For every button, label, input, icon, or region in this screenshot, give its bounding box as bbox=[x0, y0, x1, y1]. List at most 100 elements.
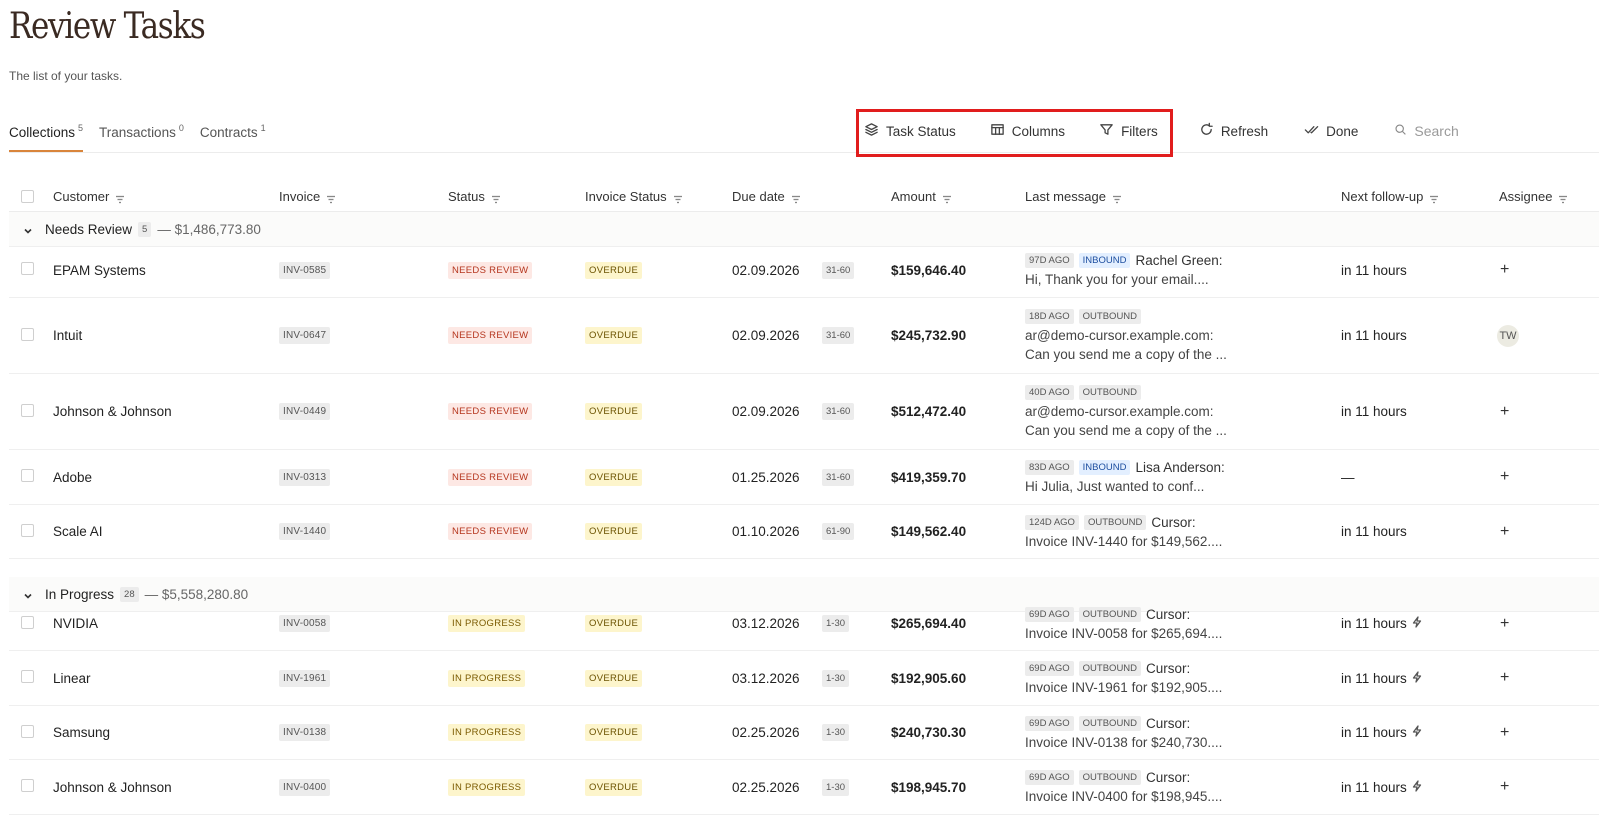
row-checkbox[interactable] bbox=[21, 670, 34, 683]
message-preview[interactable]: Hi Julia, Just wanted to conf... bbox=[1025, 479, 1204, 494]
next-followup-cell: in 11 hours bbox=[1341, 760, 1423, 814]
add-assignee-button[interactable]: + bbox=[1500, 523, 1509, 541]
aging-cell: 1-30 bbox=[822, 760, 850, 814]
avatar[interactable]: TW bbox=[1497, 324, 1519, 347]
group-row[interactable]: Needs Review 5 — $1,486,773.80 bbox=[9, 212, 1599, 247]
customer-name[interactable]: Adobe bbox=[53, 470, 92, 485]
amount: $240,730.30 bbox=[891, 725, 967, 740]
message-preview[interactable]: Invoice INV-0058 for $265,694.... bbox=[1025, 626, 1222, 641]
invoice-id[interactable]: INV-0449 bbox=[279, 403, 331, 420]
customer-cell: Scale AI bbox=[53, 505, 103, 558]
invoice-id[interactable]: INV-1961 bbox=[279, 669, 331, 687]
customer-name[interactable]: Samsung bbox=[53, 725, 110, 740]
customer-name[interactable]: Intuit bbox=[53, 328, 82, 343]
invoice-id[interactable]: INV-0058 bbox=[279, 615, 331, 632]
row-checkbox[interactable] bbox=[21, 523, 34, 537]
row-checkbox[interactable] bbox=[21, 403, 34, 417]
customer-name[interactable]: Johnson & Johnson bbox=[53, 404, 172, 419]
add-assignee-button[interactable]: + bbox=[1500, 403, 1509, 421]
invoice-id[interactable]: INV-0647 bbox=[279, 327, 331, 344]
col-assignee-label: Assignee bbox=[1499, 188, 1553, 204]
row-checkbox[interactable] bbox=[21, 724, 34, 738]
aging-cell: 1-30 bbox=[822, 651, 850, 705]
message-preview[interactable]: Can you send me a copy of the ... bbox=[1025, 423, 1227, 438]
col-amount[interactable]: Amount bbox=[891, 181, 952, 211]
next-followup-cell: in 11 hours bbox=[1341, 243, 1407, 297]
col-invoice-status[interactable]: Invoice Status bbox=[585, 181, 683, 211]
col-due-date[interactable]: Due date bbox=[732, 181, 801, 211]
table-row[interactable]: Linear INV-1961 IN PROGRESS OVERDUE 03.12.20… bbox=[9, 651, 1599, 706]
row-checkbox[interactable] bbox=[21, 262, 34, 275]
message-preview[interactable]: ar@demo-cursor.example.com: bbox=[1025, 328, 1214, 343]
message-age: 97D AGO bbox=[1025, 253, 1074, 268]
row-checkbox[interactable] bbox=[21, 327, 34, 341]
select-all-checkbox[interactable] bbox=[21, 189, 34, 203]
aging-badge: 31-60 bbox=[822, 261, 855, 279]
add-assignee-button[interactable]: + bbox=[1500, 778, 1509, 796]
columns-button[interactable]: Columns bbox=[990, 122, 1065, 140]
col-invoice[interactable]: Invoice bbox=[279, 181, 336, 211]
invoice-id[interactable]: INV-0138 bbox=[279, 724, 331, 741]
customer-cell: Linear bbox=[53, 651, 91, 705]
sort-icon bbox=[942, 192, 952, 203]
table-row[interactable]: Johnson & Johnson INV-0400 IN PROGRESS OVER… bbox=[9, 760, 1599, 815]
refresh-label: Refresh bbox=[1220, 123, 1269, 139]
status-cell: IN PROGRESS bbox=[448, 760, 526, 814]
message-preview[interactable]: Hi, Thank you for your email.... bbox=[1025, 272, 1209, 287]
table-row[interactable]: Johnson & Johnson INV-0449 NEEDS REVIEW OVE… bbox=[9, 374, 1599, 450]
table-row[interactable]: Intuit INV-0647 NEEDS REVIEW OVERDUE 02.09.2… bbox=[9, 298, 1599, 374]
group-total: — $1,486,773.80 bbox=[157, 221, 261, 237]
add-assignee-button[interactable]: + bbox=[1500, 615, 1509, 633]
add-assignee-button[interactable]: + bbox=[1500, 669, 1509, 687]
col-assignee[interactable]: Assignee bbox=[1499, 181, 1568, 211]
table-row[interactable]: Scale AI INV-1440 NEEDS REVIEW OVERDUE 01.10… bbox=[9, 505, 1599, 559]
customer-name[interactable]: EPAM Systems bbox=[53, 263, 146, 278]
tab-contracts[interactable]: Contracts 1 bbox=[200, 115, 266, 152]
customer-name[interactable]: NVIDIA bbox=[53, 616, 98, 631]
filters-button[interactable]: Filters bbox=[1099, 122, 1158, 140]
invoice-status-badge: OVERDUE bbox=[585, 778, 643, 796]
col-last-message[interactable]: Last message bbox=[1025, 181, 1122, 211]
col-last-message-label: Last message bbox=[1025, 188, 1106, 204]
table-row[interactable]: Adobe INV-0313 NEEDS REVIEW OVERDUE 01.25.20… bbox=[9, 450, 1599, 505]
message-preview[interactable]: Invoice INV-1440 for $149,562.... bbox=[1025, 534, 1222, 549]
message-preview[interactable]: ar@demo-cursor.example.com: bbox=[1025, 404, 1214, 419]
add-assignee-button[interactable]: + bbox=[1500, 724, 1509, 742]
invoice-id[interactable]: INV-0313 bbox=[279, 468, 331, 486]
col-next-followup[interactable]: Next follow-up bbox=[1341, 181, 1439, 211]
col-customer[interactable]: Customer bbox=[53, 181, 125, 211]
tab-collections[interactable]: Collections 5 bbox=[9, 115, 84, 152]
invoice-status-cell: OVERDUE bbox=[585, 450, 643, 504]
task-status-button[interactable]: Task Status bbox=[864, 122, 956, 140]
message-preview[interactable]: Invoice INV-1961 for $192,905.... bbox=[1025, 680, 1222, 695]
invoice-status-badge: OVERDUE bbox=[585, 261, 643, 279]
bolt-icon bbox=[1411, 670, 1423, 686]
table-row[interactable]: NVIDIA INV-0058 IN PROGRESS OVERDUE 03.12.20… bbox=[9, 597, 1599, 651]
message-preview[interactable]: Can you send me a copy of the ... bbox=[1025, 347, 1227, 362]
customer-name[interactable]: Scale AI bbox=[53, 524, 103, 539]
row-checkbox[interactable] bbox=[21, 469, 34, 482]
search-input[interactable] bbox=[1414, 123, 1535, 139]
refresh-button[interactable]: Refresh bbox=[1199, 122, 1268, 140]
invoice-id[interactable]: INV-0585 bbox=[279, 261, 331, 279]
invoice-id[interactable]: INV-0400 bbox=[279, 778, 331, 796]
customer-name[interactable]: Linear bbox=[53, 671, 91, 686]
customer-name[interactable]: Johnson & Johnson bbox=[53, 780, 172, 795]
add-assignee-button[interactable]: + bbox=[1500, 468, 1509, 486]
chevron-down-icon[interactable] bbox=[23, 224, 33, 234]
add-assignee-button[interactable]: + bbox=[1500, 261, 1509, 279]
invoice-id[interactable]: INV-1440 bbox=[279, 523, 331, 540]
tab-transactions[interactable]: Transactions 0 bbox=[99, 115, 184, 152]
row-checkbox[interactable] bbox=[21, 615, 34, 629]
row-checkbox[interactable] bbox=[21, 779, 34, 792]
table-row[interactable]: EPAM Systems INV-0585 NEEDS REVIEW OVERDUE 0… bbox=[9, 243, 1599, 298]
done-button[interactable]: Done bbox=[1304, 122, 1358, 140]
customer-cell: Adobe bbox=[53, 450, 92, 504]
message-preview[interactable]: Invoice INV-0400 for $198,945.... bbox=[1025, 789, 1222, 804]
message-preview[interactable]: Invoice INV-0138 for $240,730.... bbox=[1025, 735, 1222, 750]
sort-icon bbox=[491, 192, 501, 203]
message-meta: 83D AGO INBOUND Lisa Anderson: bbox=[1025, 460, 1225, 475]
table-row[interactable]: Samsung INV-0138 IN PROGRESS OVERDUE 02.25.2… bbox=[9, 706, 1599, 760]
col-status[interactable]: Status bbox=[448, 181, 501, 211]
invoice-cell: INV-0313 bbox=[279, 450, 331, 504]
